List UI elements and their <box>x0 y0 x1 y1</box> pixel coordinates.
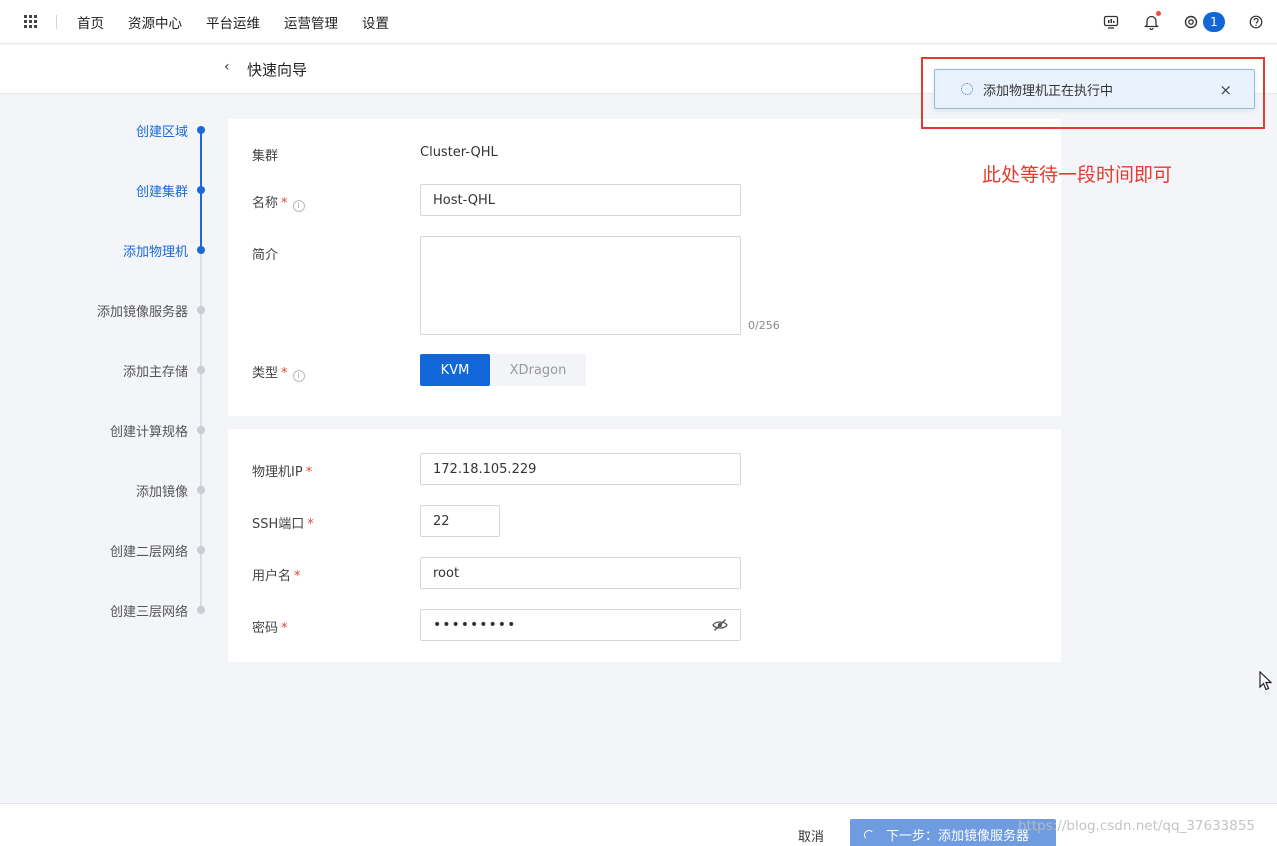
description-textarea[interactable] <box>420 236 741 335</box>
nav-item-resource-center[interactable]: 资源中心 <box>128 12 182 32</box>
password-label: 密码 * <box>252 617 288 636</box>
step-create-zone[interactable]: 创建区域 <box>136 121 188 140</box>
info-icon[interactable]: i <box>292 200 305 212</box>
notification-dot <box>1156 11 1161 16</box>
nav-item-platform-ops[interactable]: 平台运维 <box>206 12 260 32</box>
password-input[interactable]: ••••••••• <box>420 609 741 641</box>
required-mark: * <box>281 621 288 636</box>
type-segmented-control: KVM XDragon <box>420 354 586 386</box>
page-title: 快速向导 <box>247 61 308 79</box>
top-navigation-bar: 首页 资源中心 平台运维 运营管理 设置 1 <box>0 0 1277 44</box>
name-label-text: 名称 <box>252 196 279 211</box>
nav-divider <box>56 14 57 29</box>
password-label-text: 密码 <box>252 621 279 636</box>
required-mark: * <box>307 517 314 532</box>
step-dot <box>197 186 205 194</box>
loading-spinner-icon <box>864 829 874 840</box>
step-dot <box>197 126 205 134</box>
required-mark: * <box>294 569 301 584</box>
step-dot <box>197 486 205 494</box>
type-option-kvm[interactable]: KVM <box>420 354 490 386</box>
info-icon[interactable]: i <box>292 370 305 382</box>
cancel-button[interactable]: 取消 <box>798 826 824 845</box>
step-create-l2-network: 创建二层网络 <box>109 545 188 560</box>
type-label: 类型 * i <box>252 362 305 382</box>
next-step-label: 下一步：添加镜像服务器 <box>886 829 1030 844</box>
step-dot <box>197 606 205 614</box>
type-option-xdragon[interactable]: XDragon <box>490 354 586 386</box>
toast-message: 添加物理机正在执行中 <box>983 83 1114 99</box>
step-add-host[interactable]: 添加物理机 <box>123 241 188 260</box>
basic-info-card: 集群 Cluster-QHL 名称 * i Host-QHL 简介 0/256 类型… <box>228 119 1061 416</box>
ssh-port-input[interactable]: 22 <box>420 505 500 537</box>
username-value: root <box>433 565 460 581</box>
back-button[interactable]: ‹ <box>224 59 230 75</box>
task-indicator[interactable]: 1 <box>1182 12 1225 32</box>
host-ip-input[interactable]: 172.18.105.229 <box>420 453 741 485</box>
step-add-image-server: 添加镜像服务器 <box>96 305 188 320</box>
top-right-tools: 1 <box>1102 0 1265 44</box>
ssh-port-label-text: SSH端口 <box>252 517 305 532</box>
step-dot <box>197 246 205 254</box>
required-mark: * <box>281 366 288 381</box>
ssh-port-label: SSH端口 * <box>252 513 314 532</box>
watermark: https://blog.csdn.net/qq_37633855 <box>1018 818 1256 834</box>
monitor-icon[interactable] <box>1102 13 1120 31</box>
cluster-value: Cluster-QHL <box>420 145 498 160</box>
help-icon[interactable] <box>1247 13 1265 31</box>
step-create-instance-offering: 创建计算规格 <box>109 425 188 440</box>
name-label: 名称 * i <box>252 192 305 212</box>
host-ip-value: 172.18.105.229 <box>433 461 537 477</box>
step-add-image: 添加镜像 <box>135 485 188 500</box>
mouse-cursor-icon <box>1259 670 1273 691</box>
app-grid-icon[interactable] <box>24 14 38 29</box>
notification-bell-icon[interactable] <box>1142 11 1161 31</box>
nav-item-operation-management[interactable]: 运营管理 <box>284 12 338 32</box>
task-progress-toast: 添加物理机正在执行中 × <box>934 69 1255 109</box>
required-mark: * <box>305 465 313 480</box>
task-icon <box>1182 13 1200 31</box>
loading-spinner-icon <box>961 83 973 95</box>
nav-item-home[interactable]: 首页 <box>77 12 104 32</box>
username-input[interactable]: root <box>420 557 741 589</box>
task-count-badge: 1 <box>1203 12 1225 32</box>
username-label-text: 用户名 <box>252 569 292 584</box>
host-ip-label: 物理机IP * <box>252 461 312 480</box>
cluster-label: 集群 <box>252 149 279 164</box>
eye-hidden-icon[interactable] <box>712 618 728 632</box>
required-mark: * <box>281 196 288 211</box>
step-create-cluster[interactable]: 创建集群 <box>136 181 188 200</box>
username-label: 用户名 * <box>252 565 301 584</box>
close-icon[interactable]: × <box>1219 81 1232 99</box>
host-ip-label-text: 物理机IP <box>252 465 303 480</box>
description-char-counter: 0/256 <box>748 319 780 332</box>
step-dot <box>197 546 205 554</box>
nav-item-settings[interactable]: 设置 <box>362 12 389 32</box>
step-dot <box>197 426 205 434</box>
password-mask: ••••••••• <box>433 617 517 633</box>
ssh-port-value: 22 <box>433 513 450 529</box>
name-input[interactable]: Host-QHL <box>420 184 741 216</box>
annotation-note: 此处等待一段时间即可 <box>982 164 1173 186</box>
type-label-text: 类型 <box>252 366 279 381</box>
step-create-l3-network: 创建三层网络 <box>109 605 188 620</box>
name-input-value: Host-QHL <box>433 192 496 208</box>
step-dot <box>197 306 205 314</box>
description-label: 简介 <box>252 248 279 263</box>
step-dot <box>197 366 205 374</box>
connection-card: 物理机IP * 172.18.105.229 SSH端口 * 22 用户名 * roo… <box>228 429 1061 662</box>
step-add-primary-storage: 添加主存储 <box>122 365 188 380</box>
